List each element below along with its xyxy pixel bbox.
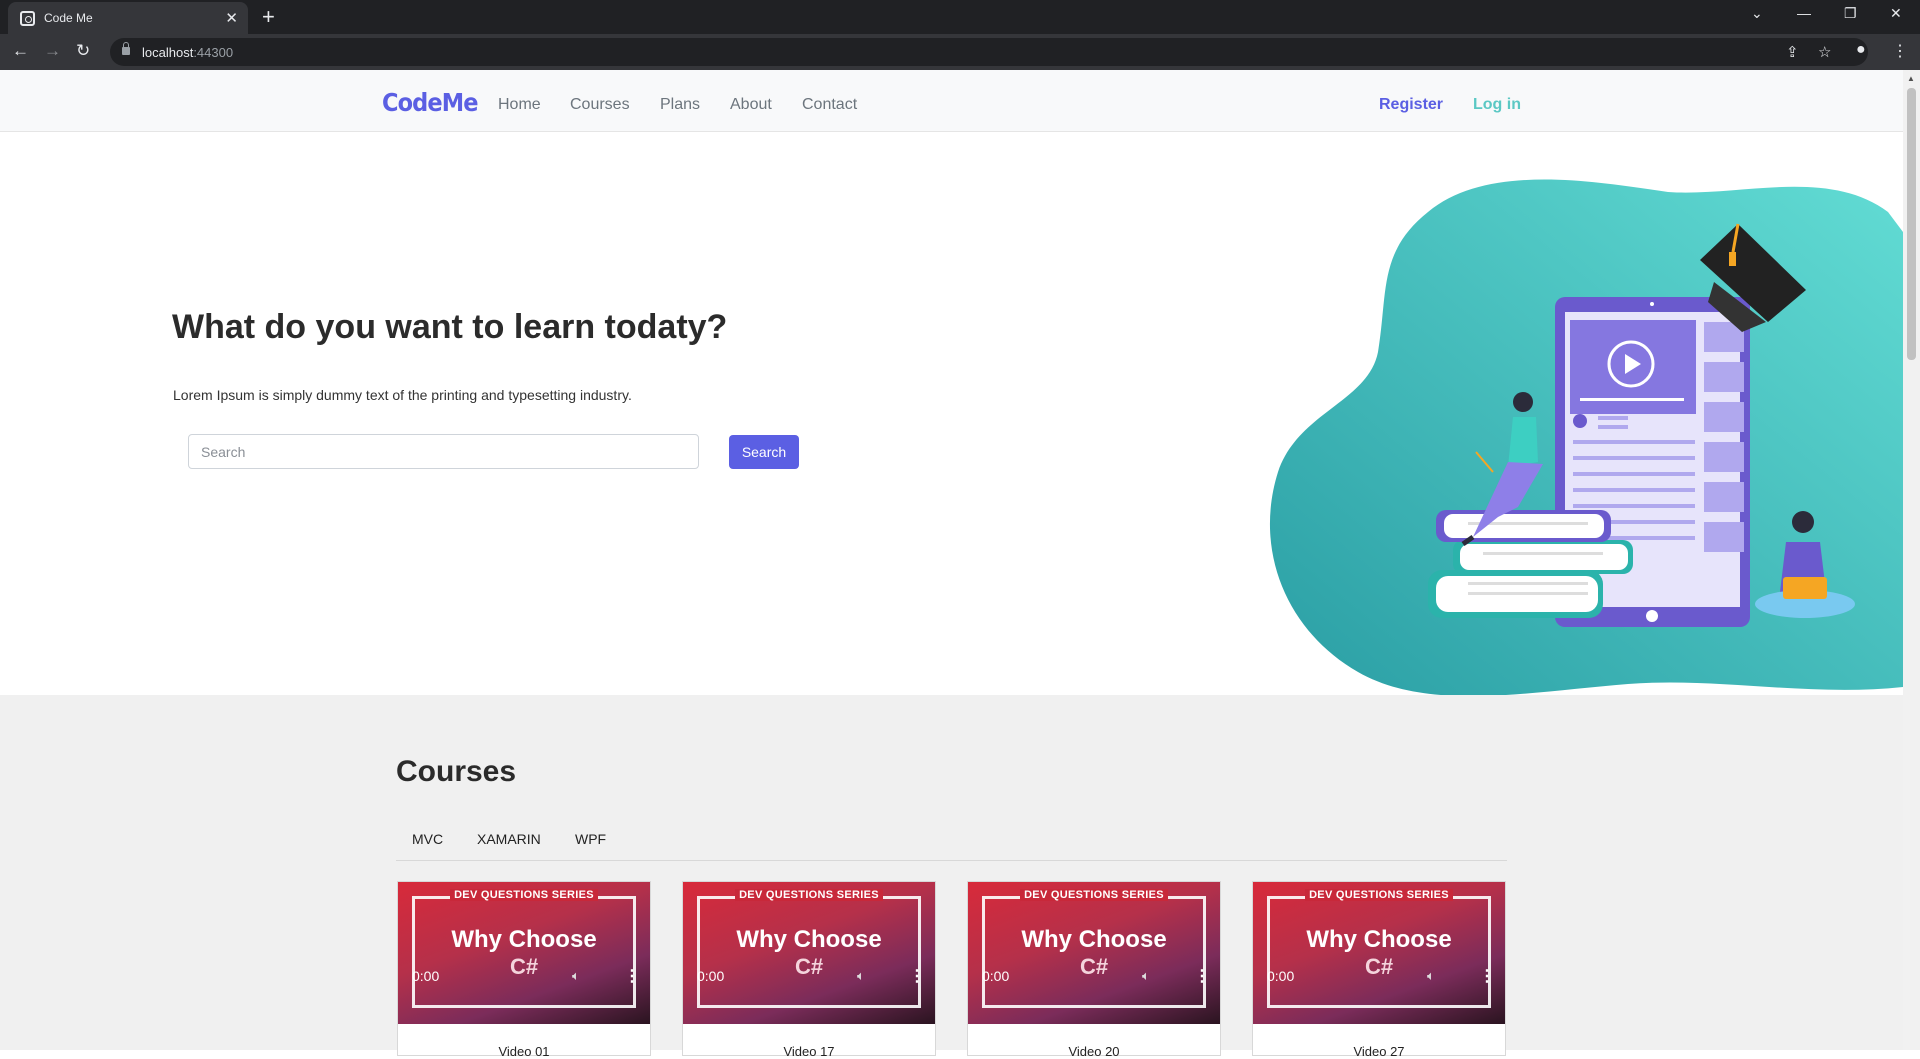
close-tab-icon[interactable]: ✕ xyxy=(225,9,238,27)
browser-tab[interactable]: Code Me ✕ xyxy=(8,2,248,34)
share-icon[interactable]: ⇪ xyxy=(1786,43,1799,61)
scrollbar-thumb[interactable] xyxy=(1907,88,1916,360)
browser-tab-title: Code Me xyxy=(44,11,93,25)
volume-icon[interactable]: 🔈︎ xyxy=(572,968,580,984)
scroll-up-icon[interactable]: ▲ xyxy=(1907,74,1915,83)
thumbnail-series-label: DEV QUESTIONS SERIES xyxy=(735,889,883,901)
course-card[interactable]: DEV QUESTIONS SERIES Why Choose C# 0:00 … xyxy=(397,881,651,1059)
thumbnail-title: Why Choose xyxy=(1021,926,1167,953)
hero-lead-text: Lorem Ipsum is simply dummy text of the … xyxy=(173,387,632,403)
nav-link-about[interactable]: About xyxy=(730,96,772,114)
address-bar[interactable]: localhost:44300 ⇪ ☆ xyxy=(110,38,1868,66)
video-time: 0:00 xyxy=(982,968,1010,984)
hero-section: What do you want to learn todaty? Lorem … xyxy=(0,132,1903,695)
more-options-icon[interactable]: ⋮ xyxy=(909,966,925,986)
volume-icon[interactable]: 🔈︎ xyxy=(857,968,865,984)
volume-icon[interactable]: 🔈︎ xyxy=(1142,968,1150,984)
browser-tab-bar: Code Me ✕ + ⌄ — ❐ ✕ xyxy=(0,0,1920,34)
nav-link-courses[interactable]: Courses xyxy=(570,96,630,114)
hero-heading: What do you want to learn todaty? xyxy=(172,308,728,346)
close-window-icon[interactable]: ✕ xyxy=(1890,5,1902,22)
thumbnail-title: Why Choose xyxy=(451,926,597,953)
video-player[interactable]: DEV QUESTIONS SERIES Why Choose C# 0:00 … xyxy=(968,882,1220,1024)
thumbnail-title: Why Choose xyxy=(736,926,882,953)
video-player[interactable]: DEV QUESTIONS SERIES Why Choose C# 0:00 … xyxy=(683,882,935,1024)
register-link[interactable]: Register xyxy=(1379,96,1443,114)
page-favicon-icon xyxy=(20,11,35,26)
course-card[interactable]: DEV QUESTIONS SERIES Why Choose C# 0:00 … xyxy=(682,881,936,1059)
site-navbar: CodeMe Home Courses Plans About Contact … xyxy=(0,70,1903,132)
minimize-icon[interactable]: — xyxy=(1797,5,1811,21)
video-title: Video 01 xyxy=(498,1044,550,1059)
tab-mvc[interactable]: MVC xyxy=(412,831,443,847)
new-tab-icon[interactable]: + xyxy=(262,4,275,30)
page-scrollbar[interactable]: ▲ xyxy=(1903,70,1920,1050)
books-graphic xyxy=(1428,510,1633,618)
tab-xamarin[interactable]: XAMARIN xyxy=(477,831,541,847)
tab-wpf[interactable]: WPF xyxy=(575,831,606,847)
login-link[interactable]: Log in xyxy=(1473,96,1521,114)
restore-icon[interactable]: ❐ xyxy=(1844,5,1857,22)
thumbnail-series-label: DEV QUESTIONS SERIES xyxy=(1020,889,1168,901)
course-card[interactable]: DEV QUESTIONS SERIES Why Choose C# 0:00 … xyxy=(1252,881,1506,1059)
browser-toolbar: ← → ↻ localhost:44300 ⇪ ☆ ● ⋮ xyxy=(0,34,1920,70)
profile-icon[interactable]: ● xyxy=(1856,41,1866,59)
courses-heading: Courses xyxy=(396,755,517,788)
volume-icon[interactable]: 🔈︎ xyxy=(1427,968,1435,984)
video-time: 0:00 xyxy=(697,968,725,984)
video-time: 0:00 xyxy=(412,968,440,984)
video-player[interactable]: DEV QUESTIONS SERIES Why Choose C# 0:00 … xyxy=(1253,882,1505,1024)
nav-link-home[interactable]: Home xyxy=(498,96,541,114)
tabs-divider xyxy=(396,860,1507,861)
lock-icon xyxy=(122,42,130,55)
video-time: 0:00 xyxy=(1267,968,1295,984)
nav-link-plans[interactable]: Plans xyxy=(660,96,700,114)
more-options-icon[interactable]: ⋮ xyxy=(1194,966,1210,986)
search-input[interactable] xyxy=(188,434,699,469)
site-logo[interactable]: CodeMe xyxy=(382,88,478,117)
back-icon[interactable]: ← xyxy=(12,41,29,61)
address-url: localhost:44300 xyxy=(142,45,234,60)
more-options-icon[interactable]: ⋮ xyxy=(624,966,640,986)
thumbnail-title: Why Choose xyxy=(1306,926,1452,953)
thumbnail-series-label: DEV QUESTIONS SERIES xyxy=(450,889,598,901)
tab-search-icon[interactable]: ⌄ xyxy=(1751,5,1763,22)
reload-icon[interactable]: ↻ xyxy=(76,41,90,61)
video-title: Video 20 xyxy=(1068,1044,1120,1059)
bookmark-star-icon[interactable]: ☆ xyxy=(1818,43,1831,61)
nav-link-contact[interactable]: Contact xyxy=(802,96,857,114)
courses-section: Courses MVC XAMARIN WPF DEV QUESTIONS SE… xyxy=(0,695,1903,1059)
video-title: Video 17 xyxy=(783,1044,835,1059)
forward-icon[interactable]: → xyxy=(44,41,61,61)
menu-dots-icon[interactable]: ⋮ xyxy=(1892,41,1908,61)
course-card[interactable]: DEV QUESTIONS SERIES Why Choose C# 0:00 … xyxy=(967,881,1221,1059)
video-player[interactable]: DEV QUESTIONS SERIES Why Choose C# 0:00 … xyxy=(398,882,650,1024)
hero-illustration xyxy=(1270,179,1903,695)
thumbnail-series-label: DEV QUESTIONS SERIES xyxy=(1305,889,1453,901)
video-title: Video 27 xyxy=(1353,1044,1405,1059)
more-options-icon[interactable]: ⋮ xyxy=(1479,966,1495,986)
search-button[interactable]: Search xyxy=(729,435,799,469)
